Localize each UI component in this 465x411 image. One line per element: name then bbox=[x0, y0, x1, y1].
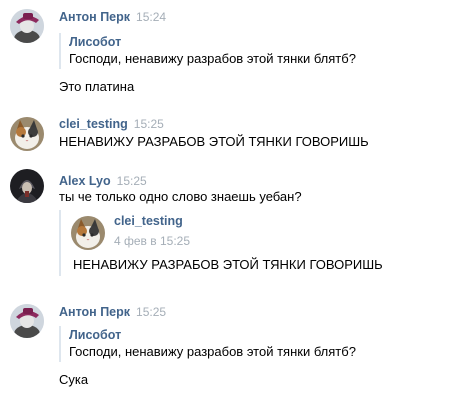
cat-avatar-icon bbox=[10, 117, 44, 151]
message: Alex Lyo 15:25 ты че только одно слово зн… bbox=[0, 160, 465, 295]
forwarded-message[interactable]: clei_testing 4 фев в 15:25 НЕНАВИЖУ РАЗР… bbox=[59, 210, 383, 276]
message: clei_testing 15:25 НЕНАВИЖУ РАЗРАБОВ ЭТОЙ… bbox=[0, 110, 465, 160]
cat-avatar-icon bbox=[71, 216, 105, 250]
quote-text: Господи, ненавижу разрабов этой тянки бл… bbox=[69, 344, 356, 359]
purple-hat-avatar-icon bbox=[10, 304, 44, 338]
purple-hat-avatar-icon bbox=[10, 9, 44, 43]
avatar[interactable] bbox=[10, 169, 44, 203]
author-name[interactable]: Антон Перк bbox=[59, 305, 130, 319]
message-text: Сука bbox=[59, 372, 89, 387]
author-name[interactable]: Alex Lyo bbox=[59, 174, 111, 188]
message-time[interactable]: 15:24 bbox=[136, 10, 166, 24]
message-time[interactable]: 15:25 bbox=[134, 117, 164, 131]
quote-text: Господи, ненавижу разрабов этой тянки бл… bbox=[69, 51, 356, 66]
avatar[interactable] bbox=[10, 9, 44, 43]
message: Антон Перк 15:24 Лисобот Господи, ненавиж… bbox=[0, 0, 465, 110]
author-name[interactable]: clei_testing bbox=[59, 117, 128, 131]
avatar[interactable] bbox=[10, 117, 44, 151]
message-time[interactable]: 15:25 bbox=[117, 174, 147, 188]
forward-author[interactable]: clei_testing bbox=[114, 213, 183, 229]
forward-avatar[interactable] bbox=[71, 216, 105, 250]
reply-quote[interactable]: Лисобот Господи, ненавижу разрабов этой … bbox=[59, 33, 356, 69]
forward-date[interactable]: 4 фев в 15:25 bbox=[114, 233, 190, 249]
quote-author[interactable]: Лисобот bbox=[69, 327, 121, 343]
avatar[interactable] bbox=[10, 304, 44, 338]
message-time[interactable]: 15:25 bbox=[136, 305, 166, 319]
message-text: Это платина bbox=[59, 79, 135, 94]
forward-text: НЕНАВИЖУ РАЗРАБОВ ЭТОЙ ТЯНКИ ГОВОРИШЬ bbox=[73, 257, 383, 272]
reply-quote[interactable]: Лисобот Господи, ненавижу разрабов этой … bbox=[59, 326, 356, 362]
quote-author[interactable]: Лисобот bbox=[69, 34, 121, 50]
author-name[interactable]: Антон Перк bbox=[59, 10, 130, 24]
message-header: Alex Lyo 15:25 bbox=[59, 173, 147, 189]
message: Антон Перк 15:25 Лисобот Господи, ненавиж… bbox=[0, 295, 465, 405]
message-header: clei_testing 15:25 bbox=[59, 116, 164, 132]
message-text: ты че только одно слово знаешь уебан? bbox=[59, 189, 302, 204]
dark-hooded-avatar-icon bbox=[10, 169, 44, 203]
message-header: Антон Перк 15:24 bbox=[59, 9, 166, 25]
message-text: НЕНАВИЖУ РАЗРАБОВ ЭТОЙ ТЯНКИ ГОВОРИШЬ bbox=[59, 134, 369, 149]
message-header: Антон Перк 15:25 bbox=[59, 304, 166, 320]
